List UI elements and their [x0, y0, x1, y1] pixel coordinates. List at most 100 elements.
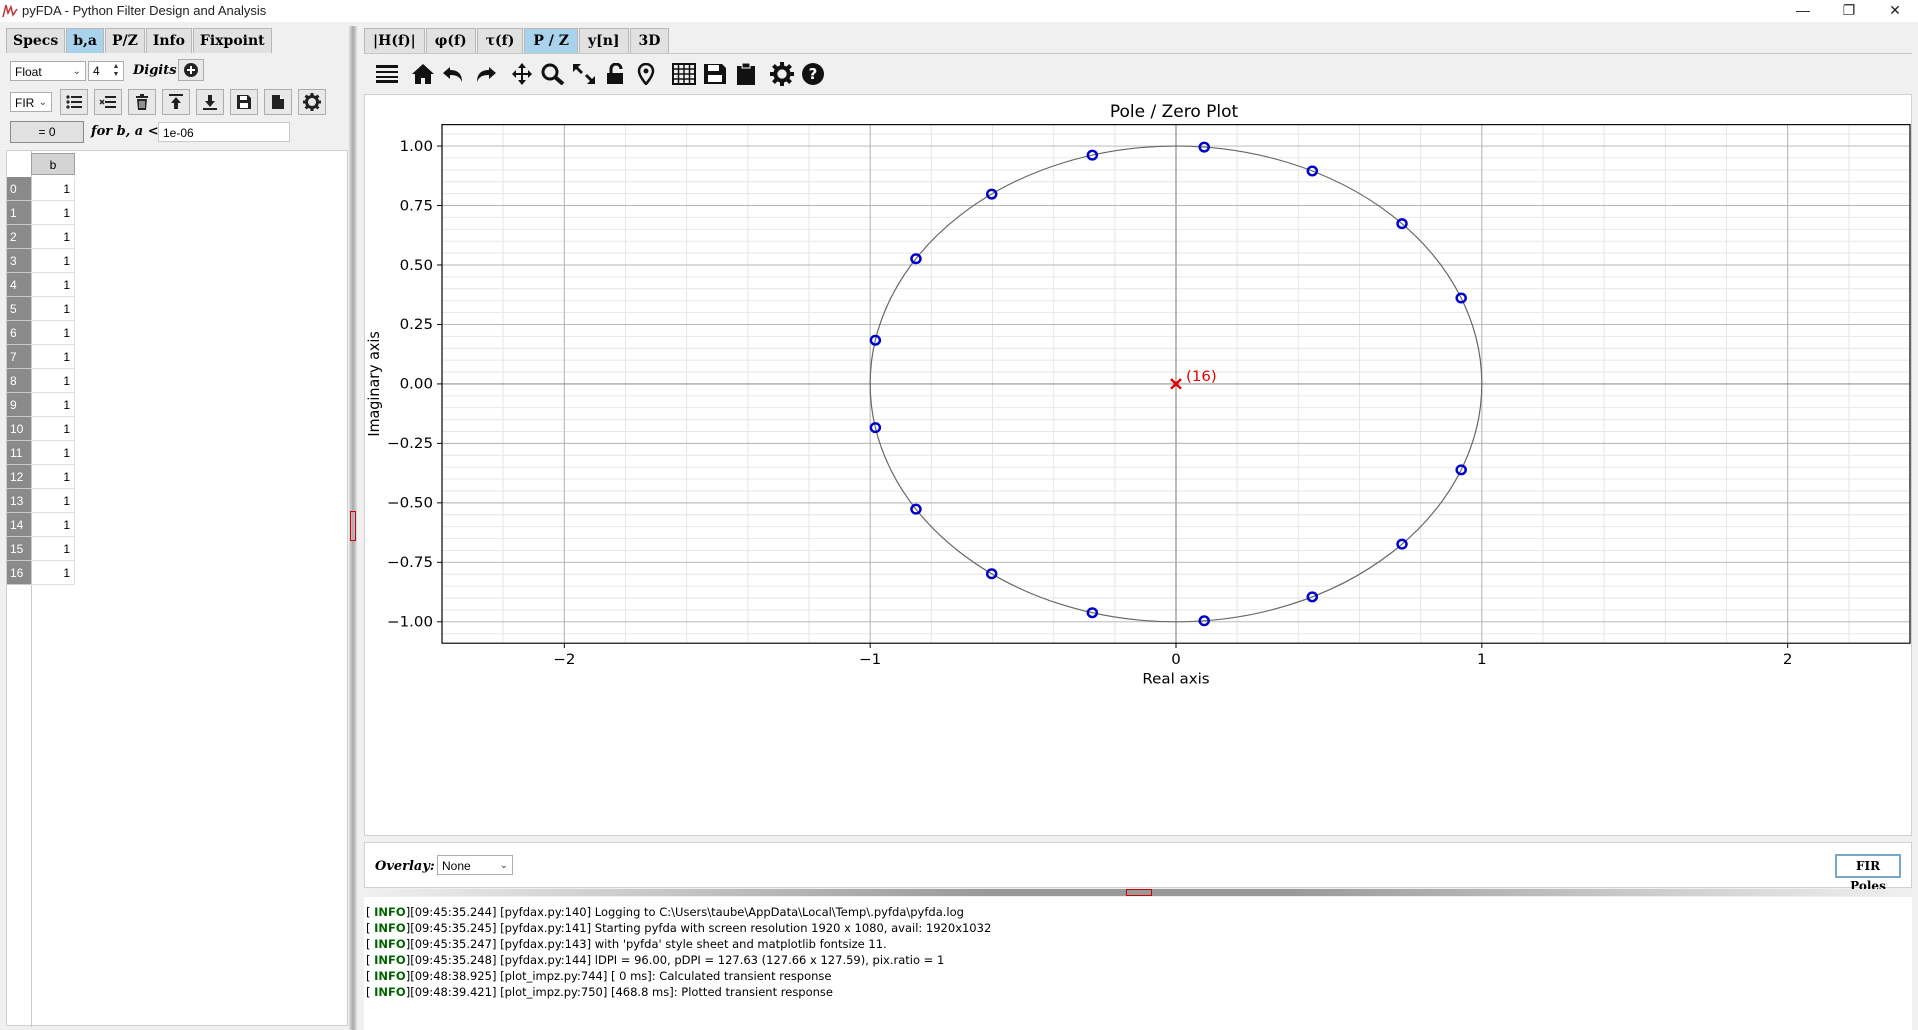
coefficient-cell[interactable]: 1 — [31, 249, 75, 273]
minimize-button[interactable]: — — [1780, 0, 1826, 22]
row-header[interactable]: 12 — [7, 465, 31, 489]
close-button[interactable]: ✕ — [1872, 0, 1918, 22]
plot-group: −2 −1 0 1 2 1.00 0.75 0.50 0.25 0.00 −0.25 −0.50 −0.… — [366, 124, 1911, 687]
row-header[interactable]: 0 — [7, 177, 31, 201]
coefficient-cell[interactable]: 1 — [31, 273, 75, 297]
row-header[interactable]: 4 — [7, 273, 31, 297]
coefficient-cell[interactable]: 1 — [31, 177, 75, 201]
delete-all-button[interactable] — [128, 89, 156, 115]
undo-icon[interactable] — [440, 60, 468, 88]
coefficient-cell[interactable]: 1 — [31, 441, 75, 465]
filter-type-select[interactable]: FIR ⌄ — [10, 92, 52, 112]
tab-info[interactable]: Info — [145, 28, 192, 53]
restore-button[interactable]: ❐ — [1826, 0, 1872, 22]
tab-pz[interactable]: P/Z — [104, 28, 145, 53]
chevron-down-icon: ⌄ — [72, 66, 81, 77]
settings-button[interactable] — [298, 89, 326, 115]
coefficient-cell[interactable]: 1 — [31, 417, 75, 441]
vertical-splitter[interactable] — [349, 26, 357, 1030]
zoom-icon[interactable] — [539, 60, 567, 88]
row-header[interactable]: 9 — [7, 393, 31, 417]
format-select[interactable]: Float ⌄ — [10, 61, 86, 81]
home-icon[interactable] — [409, 60, 437, 88]
y-tick-label: 0.75 — [400, 198, 433, 215]
x-tick-label: −2 — [553, 652, 575, 669]
hamburger-icon[interactable] — [373, 60, 401, 88]
coefficient-cell[interactable]: 1 — [31, 513, 75, 537]
save-icon[interactable] — [701, 60, 729, 88]
pan-icon[interactable] — [508, 60, 536, 88]
row-header[interactable]: 2 — [7, 225, 31, 249]
tab-specs[interactable]: Specs — [6, 28, 66, 53]
coefficient-cell[interactable]: 1 — [31, 465, 75, 489]
delete-cells-button[interactable] — [94, 89, 122, 115]
grid-icon[interactable] — [670, 60, 698, 88]
fir-poles-button[interactable]: FIR Poles — [1835, 854, 1901, 893]
tolerance-input[interactable]: 1e-06 — [158, 122, 290, 142]
log-bracket: [ — [366, 937, 375, 951]
coefficient-table[interactable]: b 0 1 1 1 2 1 3 1 4 1 5 1 6 1 7 1 8 1 9 1 10 1 11 1 12 1 13 1 14 1 15 1… — [6, 150, 348, 1027]
tab-pole-zero[interactable]: P / Z — [524, 28, 578, 53]
coefficient-cell[interactable]: 1 — [31, 561, 75, 585]
pole-multiplicity-label: (16) — [1186, 368, 1217, 385]
row-header[interactable]: 15 — [7, 537, 31, 561]
overlay-label: Overlay: — [375, 859, 435, 874]
log-bracket: [ — [366, 905, 375, 919]
store-button[interactable] — [196, 89, 224, 115]
load-button[interactable] — [162, 89, 190, 115]
add-button[interactable] — [178, 59, 204, 81]
coefficient-cell[interactable]: 1 — [31, 489, 75, 513]
digits-spinbox[interactable]: 4 ▲ ▼ — [88, 61, 124, 81]
row-header[interactable]: 5 — [7, 297, 31, 321]
row-header[interactable]: 8 — [7, 369, 31, 393]
plot-canvas[interactable]: Pole / Zero Plot −2 −1 0 1 2 1.00 0.75 0.50 0.25 0… — [364, 94, 1912, 836]
coefficient-cell[interactable]: 1 — [31, 297, 75, 321]
coefficient-cell[interactable]: 1 — [31, 321, 75, 345]
set-zero-button[interactable]: = 0 — [10, 121, 84, 143]
row-header[interactable]: 7 — [7, 345, 31, 369]
clipboard-icon[interactable] — [732, 60, 760, 88]
title-bar: pyFDA - Python Filter Design and Analysi… — [0, 0, 1918, 22]
row-header[interactable]: 11 — [7, 441, 31, 465]
show-table-button[interactable] — [60, 89, 88, 115]
settings-icon[interactable] — [768, 60, 796, 88]
overlay-select[interactable]: None ⌄ — [437, 855, 513, 875]
redo-icon[interactable] — [471, 60, 499, 88]
column-header-b[interactable]: b — [31, 153, 75, 175]
coefficient-cell[interactable]: 1 — [31, 201, 75, 225]
tab-group-delay[interactable]: τ(f) — [476, 28, 524, 53]
tab-impulse-response[interactable]: y[n] — [578, 28, 629, 53]
log-window[interactable]: [ INFO][09:45:35.244] [pyfdax.py:140] Lo… — [364, 897, 1912, 1030]
row-header[interactable]: 16 — [7, 561, 31, 585]
tab-ba[interactable]: b,a — [66, 28, 104, 53]
lock-icon[interactable] — [601, 60, 629, 88]
row-header[interactable]: 14 — [7, 513, 31, 537]
pole-zero-plot[interactable]: Pole / Zero Plot −2 −1 0 1 2 1.00 0.75 0.50 0.25 0… — [365, 95, 1911, 835]
spin-arrows-icon[interactable]: ▲ ▼ — [110, 63, 122, 79]
horizontal-splitter[interactable] — [364, 889, 1912, 896]
save-button[interactable] — [230, 89, 258, 115]
tab-fixpoint[interactable]: Fixpoint — [192, 28, 272, 53]
app-icon — [2, 4, 18, 18]
tab-phase[interactable]: φ(f) — [425, 28, 476, 53]
row-header[interactable]: 3 — [7, 249, 31, 273]
coefficient-cell[interactable]: 1 — [31, 369, 75, 393]
splitter-handle[interactable] — [1126, 889, 1152, 896]
coefficient-cell[interactable]: 1 — [31, 537, 75, 561]
splitter-handle[interactable] — [350, 511, 356, 541]
file-export-icon — [272, 95, 284, 109]
row-header[interactable]: 13 — [7, 489, 31, 513]
zoom-full-icon[interactable] — [570, 60, 598, 88]
coefficient-cell[interactable]: 1 — [31, 225, 75, 249]
marker-icon[interactable] — [632, 60, 660, 88]
row-header[interactable]: 6 — [7, 321, 31, 345]
tab-magnitude[interactable]: |H(f)| — [364, 28, 425, 53]
row-header[interactable]: 10 — [7, 417, 31, 441]
export-button[interactable] — [264, 89, 292, 115]
coefficient-cell[interactable]: 1 — [31, 393, 75, 417]
help-icon[interactable]: ? — [799, 60, 827, 88]
coefficient-cell[interactable]: 1 — [31, 345, 75, 369]
row-header[interactable]: 1 — [7, 201, 31, 225]
tab-3d[interactable]: 3D — [629, 28, 670, 53]
y-tick-label: 0.50 — [400, 257, 433, 274]
